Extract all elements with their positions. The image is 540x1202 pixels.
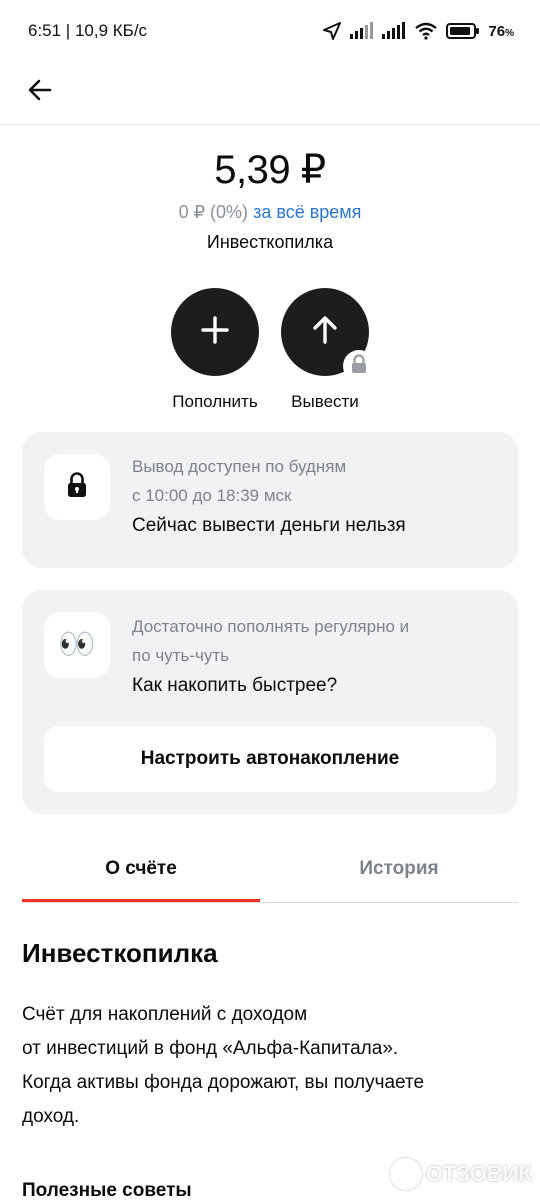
tips-title: Полезные советы xyxy=(22,1180,192,1201)
withdraw-schedule-line1: Вывод доступен по будням xyxy=(132,457,347,476)
arrow-up-icon xyxy=(310,315,340,350)
savings-tip-text: Достаточно пополнять регулярно и по чуть… xyxy=(132,612,498,701)
balance-change: 0 ₽ (0%) за всё время xyxy=(0,202,540,223)
wifi-icon xyxy=(414,22,438,40)
withdraw-button[interactable]: Вывести xyxy=(270,288,380,412)
watermark: ОТЗОВИК xyxy=(389,1158,532,1190)
status-time-speed: 6:51 | 10,9 КБ/с xyxy=(28,21,148,40)
savings-tip-line1: Достаточно пополнять регулярно и xyxy=(132,617,410,636)
withdraw-status: Сейчас вывести деньги нельзя xyxy=(132,515,406,536)
signal-icon xyxy=(382,22,406,40)
withdraw-info-text: Вывод доступен по будням с 10:00 до 18:3… xyxy=(132,452,498,541)
tab-history[interactable]: История xyxy=(280,838,518,900)
description-line: Счёт для накоплений с доходом xyxy=(22,1004,308,1025)
app-header xyxy=(0,62,540,125)
balance-amount: 5,39 ₽ xyxy=(214,148,326,192)
setup-autosave-button[interactable]: Настроить автонакопление xyxy=(44,726,496,792)
plus-icon xyxy=(200,315,230,350)
description-line: Когда активы фонда дорожают, вы получает… xyxy=(22,1072,425,1093)
account-name: Инвесткопилка xyxy=(206,232,334,252)
savings-tip-title[interactable]: Как накопить быстрее? xyxy=(132,671,498,701)
balance-section: 5,39 ₽ 0 ₽ (0%) за всё время Инвесткопил… xyxy=(0,140,540,253)
period-link[interactable]: за всё время xyxy=(253,202,361,222)
tabs: О счёте История xyxy=(22,838,518,903)
section-description: Счёт для накоплений с доходом от инвести… xyxy=(22,998,522,1134)
lock-badge xyxy=(343,350,375,382)
balance-change-value: 0 ₽ (0%) xyxy=(178,202,249,222)
savings-tip-card: 👀 Достаточно пополнять регулярно и по чу… xyxy=(22,590,518,814)
eyes-icon: 👀 xyxy=(58,628,96,661)
signal-icon xyxy=(350,22,374,40)
lock-icon xyxy=(350,353,368,379)
top-up-button[interactable]: Пополнить xyxy=(160,288,270,412)
card-icon-box xyxy=(44,454,110,520)
location-arrow-icon xyxy=(322,21,342,41)
tab-about-account[interactable]: О счёте xyxy=(22,838,260,902)
arrow-left-icon xyxy=(27,77,53,108)
status-icons: 76% xyxy=(322,21,514,41)
top-up-label: Пополнить xyxy=(172,392,258,411)
back-button[interactable] xyxy=(18,70,62,114)
lock-icon xyxy=(66,471,88,503)
withdraw-info-card: Вывод доступен по будням с 10:00 до 18:3… xyxy=(22,432,518,568)
action-buttons: Пополнить Вывести xyxy=(0,288,540,418)
battery-icon xyxy=(446,22,480,40)
card-icon-box: 👀 xyxy=(44,612,110,678)
battery-percent: 76% xyxy=(488,22,514,40)
watermark-text: ОТЗОВИК xyxy=(425,1161,532,1186)
description-line: доход. xyxy=(22,1106,80,1127)
withdraw-label: Вывести xyxy=(291,392,359,411)
withdraw-schedule-line2: с 10:00 до 18:39 мск xyxy=(132,486,292,505)
description-line: от инвестиций в фонд «Альфа-Капитала». xyxy=(22,1038,399,1059)
savings-tip-line2: по чуть-чуть xyxy=(132,646,230,665)
section-title: Инвесткопилка xyxy=(22,938,218,968)
status-bar: 6:51 | 10,9 КБ/с 76% xyxy=(0,0,540,62)
watermark-logo-icon xyxy=(389,1158,422,1190)
